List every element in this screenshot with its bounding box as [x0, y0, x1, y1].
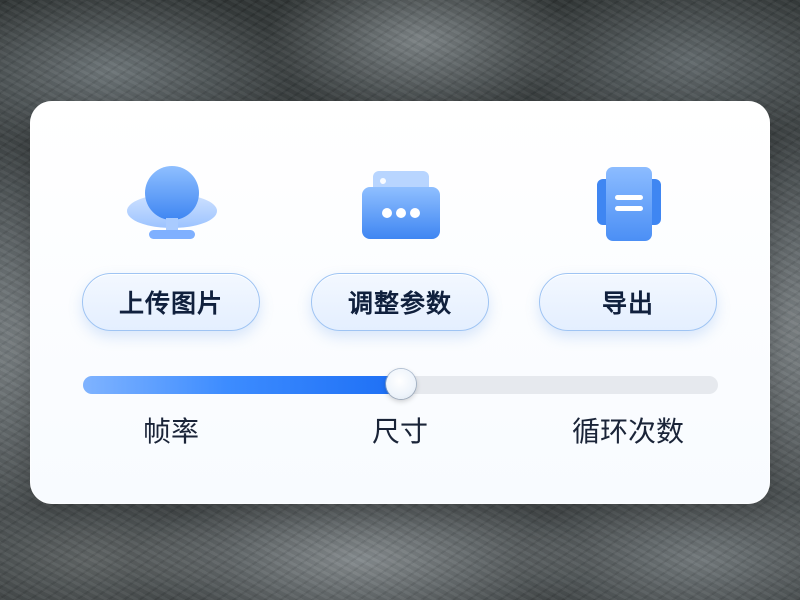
upload-action: 上传图片	[82, 161, 262, 351]
document-export-icon	[579, 161, 679, 251]
parameter-slider[interactable]	[83, 369, 718, 399]
size-label: 尺寸	[371, 415, 429, 448]
export-button[interactable]: 导出	[539, 273, 717, 331]
settings-panel: 上传图片 调整参数 导出 帧率 尺寸 循环次数	[30, 101, 770, 504]
export-action: 导出	[539, 161, 719, 351]
adjust-params-button[interactable]: 调整参数	[311, 273, 489, 331]
loop-count-label: 循环次数	[571, 415, 685, 448]
cloud-upload-icon	[122, 161, 222, 251]
settings-card-icon	[351, 161, 451, 251]
adjust-action: 调整参数	[311, 161, 491, 351]
slider-thumb[interactable]	[385, 369, 416, 399]
slider-fill	[83, 376, 401, 394]
upload-image-button[interactable]: 上传图片	[82, 273, 260, 331]
frame-rate-label: 帧率	[142, 415, 200, 448]
